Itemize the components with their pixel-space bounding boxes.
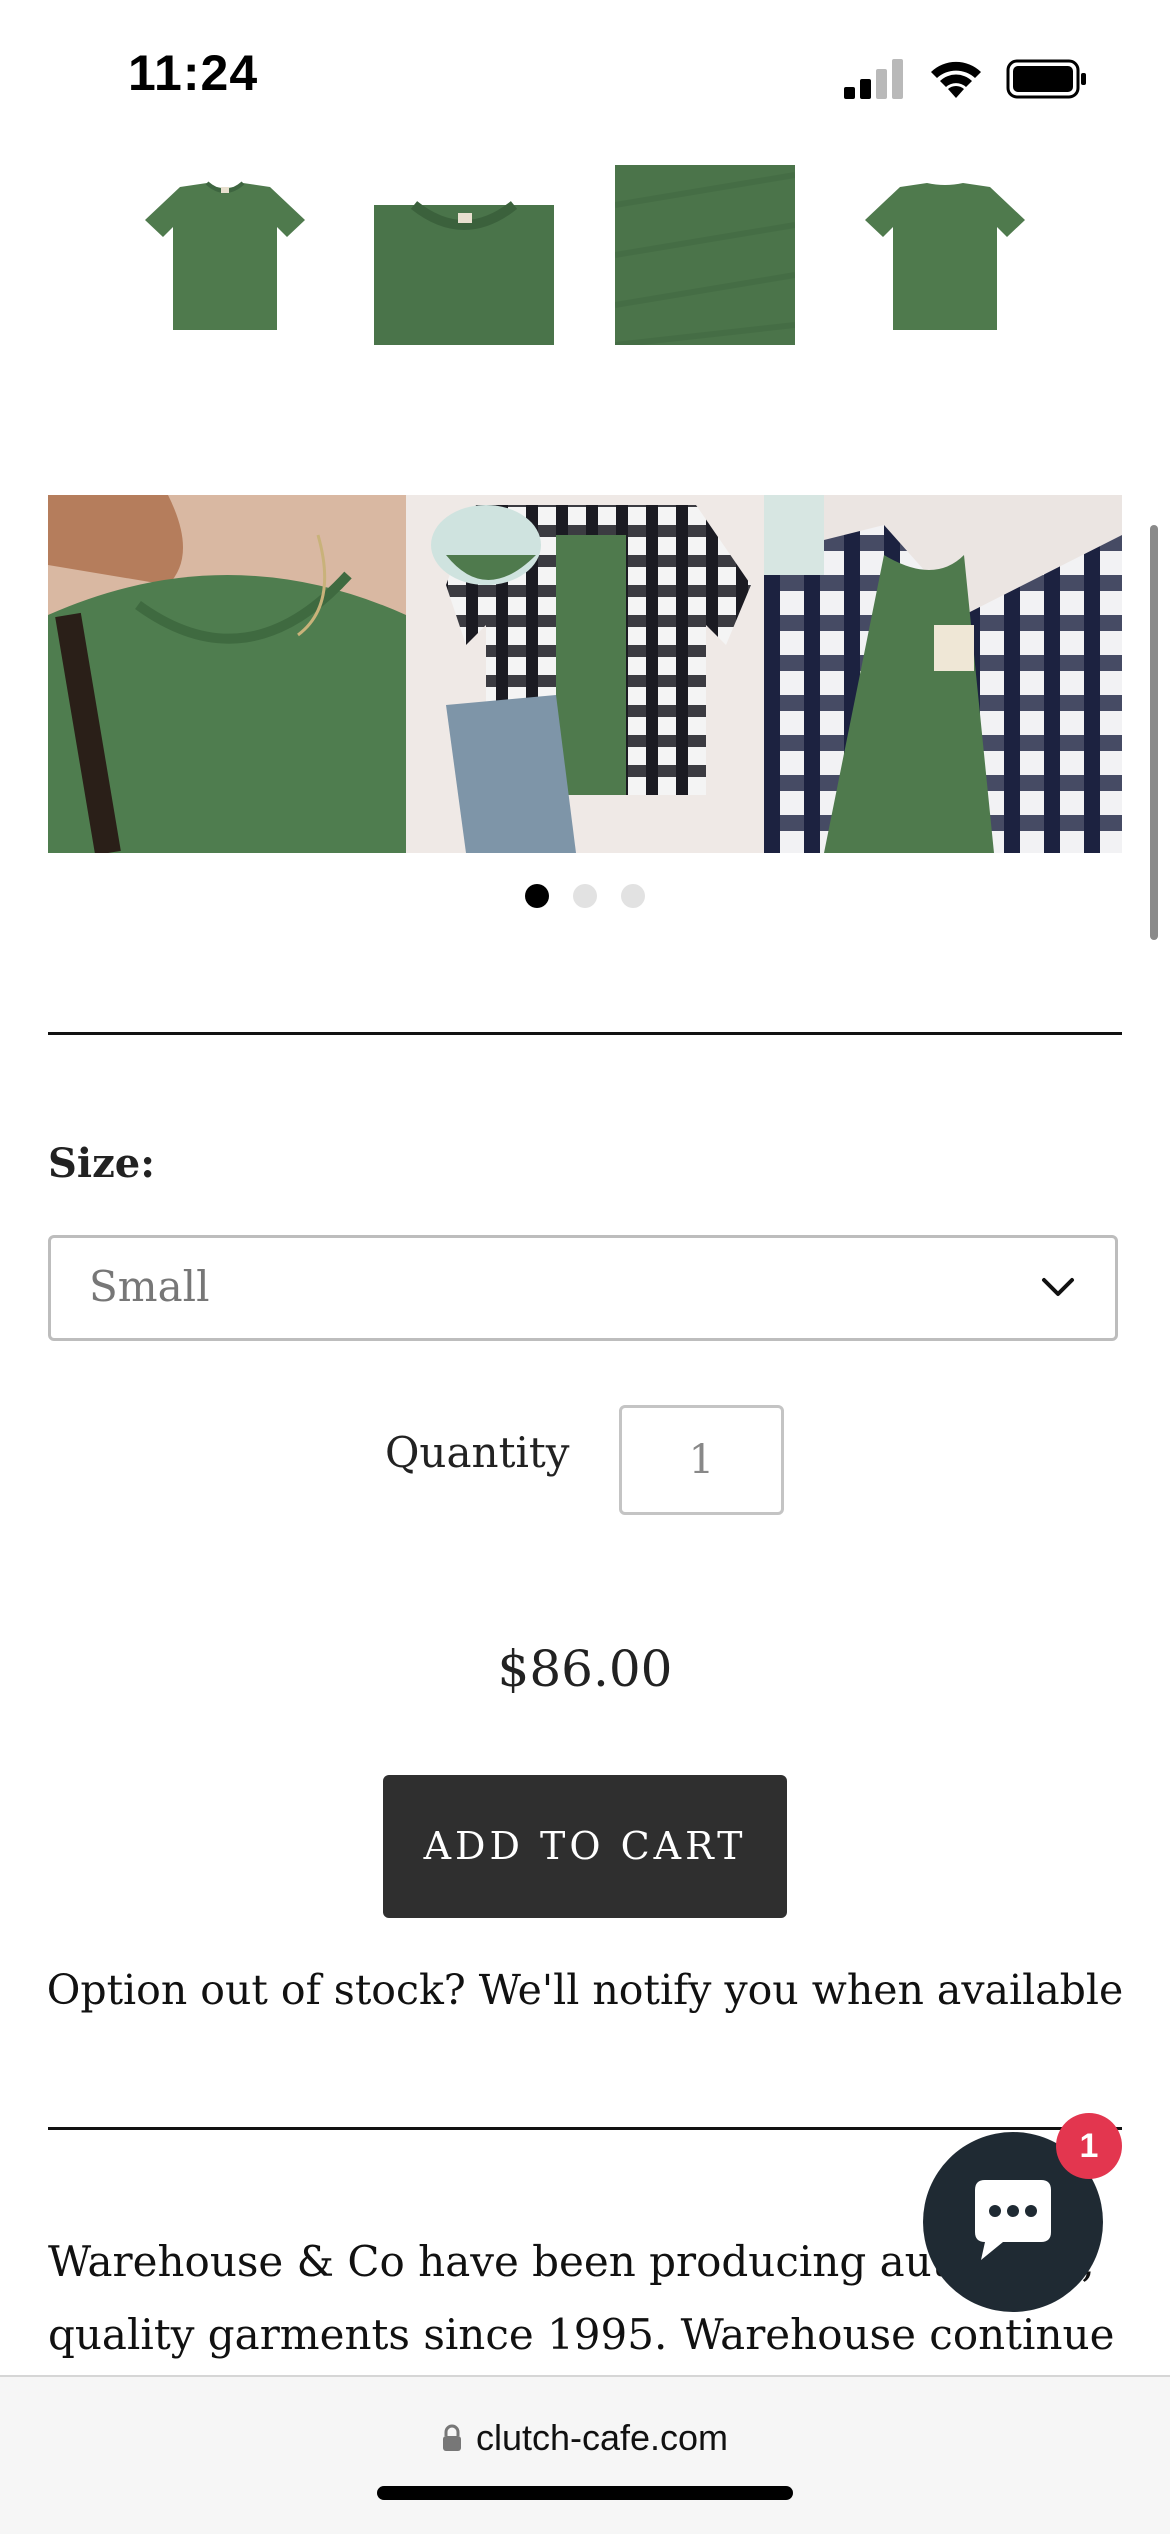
signal-icon <box>844 59 903 99</box>
divider-top <box>48 1032 1122 1035</box>
home-indicator <box>377 2486 793 2500</box>
gallery-dot-2[interactable] <box>573 884 597 908</box>
quantity-label: Quantity <box>385 1428 570 1477</box>
gallery-dots <box>0 884 1170 908</box>
gallery-image-neck[interactable] <box>48 495 406 853</box>
chat-badge: 1 <box>1056 2113 1122 2179</box>
thumbnail-front[interactable] <box>135 165 315 345</box>
size-label: Size: <box>48 1140 156 1187</box>
thumbnail-folded[interactable] <box>374 165 554 345</box>
gallery-image-flatlay[interactable] <box>406 495 764 853</box>
url-bar[interactable]: clutch-cafe.com <box>0 2417 1170 2459</box>
price: $86.00 <box>497 1640 673 1698</box>
chevron-down-icon <box>1042 1278 1074 1296</box>
notify-link[interactable]: Option out of stock? We'll notify you wh… <box>0 1966 1170 2014</box>
add-to-cart-button[interactable]: ADD TO CART <box>383 1775 787 1918</box>
thumbnail-fabric[interactable] <box>614 165 796 348</box>
thumbnail-back[interactable] <box>855 165 1035 345</box>
lock-icon <box>442 2424 461 2451</box>
status-time: 11:24 <box>128 45 259 101</box>
url-text: clutch-cafe.com <box>475 2417 729 2458</box>
gallery-image-plaid[interactable] <box>764 495 1122 853</box>
status-icons <box>844 54 1088 104</box>
size-selected-value: Small <box>89 1262 210 1311</box>
size-select[interactable]: Small <box>48 1235 1118 1341</box>
image-gallery[interactable] <box>48 495 1122 853</box>
wifi-icon <box>931 61 981 98</box>
battery-icon <box>1006 59 1086 99</box>
gallery-dot-1[interactable] <box>525 884 549 908</box>
gallery-dot-3[interactable] <box>621 884 645 908</box>
divider-bottom <box>48 2127 1122 2130</box>
browser-bottom-bar: clutch-cafe.com <box>0 2375 1170 2534</box>
scrollbar[interactable] <box>1150 525 1158 940</box>
quantity-input[interactable]: 1 <box>619 1405 784 1515</box>
